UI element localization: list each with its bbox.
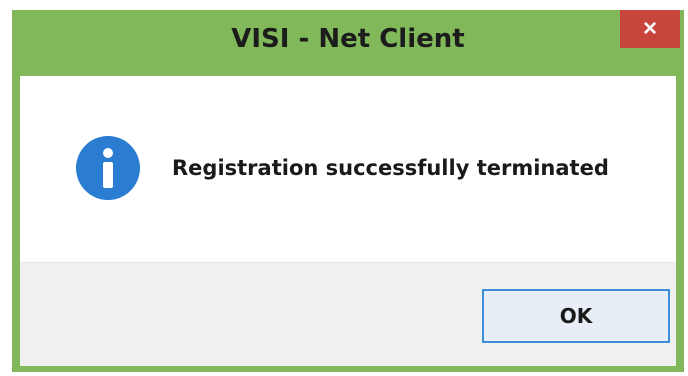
- message-area: Registration successfully terminated: [20, 76, 676, 262]
- title-bar: VISI - Net Client ×: [12, 10, 684, 76]
- message-text: Registration successfully terminated: [172, 156, 609, 180]
- window-title: VISI - Net Client: [231, 24, 465, 54]
- ok-button[interactable]: OK: [482, 289, 670, 343]
- dialog-body: Registration successfully terminated OK: [20, 76, 676, 366]
- dialog-window: VISI - Net Client × Registration success…: [12, 10, 684, 372]
- button-bar: OK: [20, 262, 676, 366]
- close-button[interactable]: ×: [620, 10, 680, 48]
- info-icon: [76, 136, 140, 200]
